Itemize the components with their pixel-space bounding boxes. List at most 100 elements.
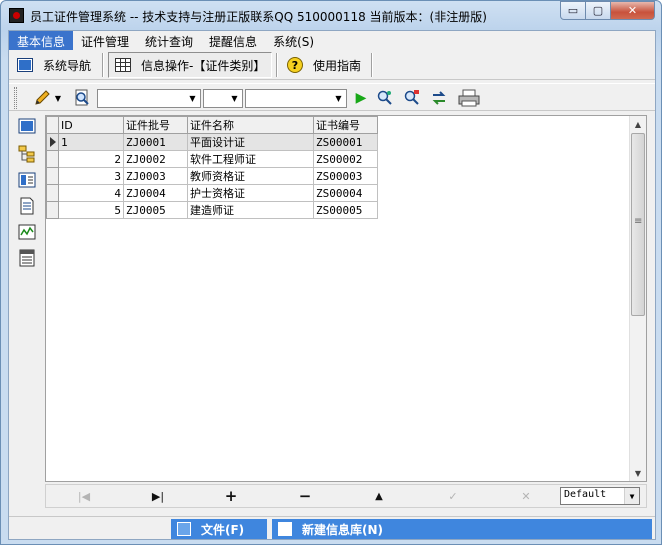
close-button[interactable]: ✕ xyxy=(611,1,655,20)
refresh-button[interactable] xyxy=(430,89,448,107)
data-grid[interactable]: ID 证件批号 证件名称 证书编号 1 ZJ0001 平面设计证 ZS00001… xyxy=(45,115,647,482)
edit-record-button[interactable]: ▲ xyxy=(369,488,389,504)
print-button[interactable] xyxy=(458,89,480,107)
vertical-scrollbar[interactable]: ▲ ▼ xyxy=(629,116,646,481)
tab-user-guide[interactable]: ? 使用指南 xyxy=(287,52,361,78)
chart-button[interactable] xyxy=(18,223,36,241)
table-row[interactable]: 2 ZJ0002 软件工程师证 ZS00002 xyxy=(46,150,378,168)
cell-batch[interactable]: ZJ0002 xyxy=(123,150,188,168)
row-indicator[interactable] xyxy=(46,184,59,202)
search-clear-button[interactable] xyxy=(403,89,421,107)
row-indicator[interactable] xyxy=(46,150,59,168)
table-row[interactable]: 3 ZJ0003 教师资格证 ZS00003 xyxy=(46,167,378,185)
maximize-icon: ▢ xyxy=(592,4,604,17)
tab-system-nav-label: 系统导航 xyxy=(43,58,92,73)
column-header-name[interactable]: 证件名称 xyxy=(187,116,314,134)
menu-bar: 基本信息 证件管理 统计查询 提醒信息 系统(S) xyxy=(9,31,655,50)
cell-id[interactable]: 5 xyxy=(58,201,124,219)
document-button[interactable] xyxy=(18,197,36,215)
new-database-panel-button[interactable]: 新建信息库(N) xyxy=(272,519,652,539)
edit-dropdown-button[interactable]: ▼ xyxy=(53,89,63,107)
record-navigator: |◀ ▶| + − ▲ ✓ ✕ Default ▼ xyxy=(45,484,647,508)
cell-name[interactable]: 平面设计证 xyxy=(187,133,314,151)
report-button[interactable] xyxy=(18,249,36,267)
cell-id[interactable]: 3 xyxy=(58,167,124,185)
first-icon: |◀ xyxy=(77,489,91,503)
cell-cert-no[interactable]: ZS00003 xyxy=(313,167,378,185)
chevron-down-icon: ▼ xyxy=(634,468,642,478)
window-controls: ▭ ▢ ✕ xyxy=(560,1,655,21)
cell-cert-no[interactable]: ZS00005 xyxy=(313,201,378,219)
cell-id[interactable]: 4 xyxy=(58,184,124,202)
toolbar-grip[interactable] xyxy=(14,87,17,109)
minimize-button[interactable]: ▭ xyxy=(560,1,586,20)
maximize-button[interactable]: ▢ xyxy=(586,1,611,20)
cancel-record-button[interactable]: ✕ xyxy=(516,488,536,504)
row-indicator[interactable] xyxy=(46,201,59,219)
run-query-button[interactable]: ▶ xyxy=(352,89,370,107)
nav-tab-bar: 系统导航 信息操作-【证件类别】 ? 使用指南 xyxy=(9,50,655,80)
cell-name[interactable]: 护士资格证 xyxy=(187,184,314,202)
menu-statistics[interactable]: 统计查询 xyxy=(137,31,201,50)
menu-system[interactable]: 系统(S) xyxy=(265,31,322,50)
first-record-button[interactable]: |◀ xyxy=(74,488,94,504)
menu-basic-info[interactable]: 基本信息 xyxy=(9,31,74,50)
view-mode-select[interactable]: Default ▼ xyxy=(560,487,640,505)
window-button[interactable] xyxy=(18,117,36,135)
row-indicator[interactable] xyxy=(46,133,59,151)
search-user-button[interactable] xyxy=(376,89,394,107)
last-record-button[interactable]: ▶| xyxy=(148,488,168,504)
window-icon xyxy=(17,58,33,72)
value-select[interactable]: ▼ xyxy=(245,89,347,108)
tab-info-operation[interactable]: 信息操作-【证件类别】 xyxy=(108,52,273,78)
scroll-up-button[interactable]: ▲ xyxy=(630,116,646,132)
cell-batch[interactable]: ZJ0001 xyxy=(123,133,188,151)
column-header-cert-no[interactable]: 证书编号 xyxy=(313,116,378,134)
cell-id[interactable]: 2 xyxy=(58,150,124,168)
close-icon: ✕ xyxy=(627,4,638,17)
grid-icon xyxy=(115,58,131,72)
menu-reminders[interactable]: 提醒信息 xyxy=(201,31,265,50)
cell-batch[interactable]: ZJ0005 xyxy=(123,201,188,219)
window-title: 员工证件管理系统 -- 技术支持与注册正版联系QQ 510000118 当前版本… xyxy=(30,10,487,24)
cell-batch[interactable]: ZJ0003 xyxy=(123,167,188,185)
cancel-icon: ✕ xyxy=(521,489,531,503)
table-row[interactable]: 4 ZJ0004 护士资格证 ZS00004 xyxy=(46,184,378,202)
cell-cert-no[interactable]: ZS00001 xyxy=(313,133,378,151)
delete-record-button[interactable]: − xyxy=(295,487,315,505)
menu-cert-management[interactable]: 证件管理 xyxy=(73,31,137,50)
file-icon xyxy=(177,522,191,536)
preview-button[interactable] xyxy=(73,89,91,107)
column-header-id[interactable]: ID xyxy=(58,116,124,134)
table-row[interactable]: 5 ZJ0005 建造师证 ZS00005 xyxy=(46,201,378,219)
tab-system-nav[interactable]: 系统导航 xyxy=(17,52,91,78)
insert-record-button[interactable]: + xyxy=(221,487,241,505)
scroll-down-button[interactable]: ▼ xyxy=(630,465,646,481)
file-panel-button[interactable]: 文件(F) xyxy=(171,519,267,539)
tab-user-guide-label: 使用指南 xyxy=(313,58,362,73)
main-toolbar: ▼ ▼ ▼ ▼ ▶ xyxy=(9,83,655,111)
table-row[interactable]: 1 ZJ0001 平面设计证 ZS00001 xyxy=(46,133,378,151)
column-header-batch[interactable]: 证件批号 xyxy=(123,116,188,134)
tab-info-operation-label: 信息操作-【证件类别】 xyxy=(141,58,266,73)
tree-folder-button[interactable] xyxy=(18,145,36,163)
view-mode-value: Default xyxy=(564,489,607,500)
cell-name[interactable]: 软件工程师证 xyxy=(187,150,314,168)
edit-pencil-button[interactable] xyxy=(33,89,51,107)
checkmark-icon: ✓ xyxy=(448,489,458,503)
field-select[interactable]: ▼ xyxy=(97,89,201,108)
cell-batch[interactable]: ZJ0004 xyxy=(123,184,188,202)
cell-name[interactable]: 教师资格证 xyxy=(187,167,314,185)
find-icon xyxy=(404,90,419,105)
current-row-arrow-icon xyxy=(50,137,56,147)
operator-select[interactable]: ▼ xyxy=(203,89,243,108)
post-record-button[interactable]: ✓ xyxy=(443,488,463,504)
card-list-button[interactable] xyxy=(18,171,36,189)
cell-id[interactable]: 1 xyxy=(58,133,124,151)
scroll-thumb[interactable] xyxy=(631,133,645,316)
nav-separator xyxy=(102,53,104,77)
cell-cert-no[interactable]: ZS00002 xyxy=(313,150,378,168)
cell-cert-no[interactable]: ZS00004 xyxy=(313,184,378,202)
row-indicator[interactable] xyxy=(46,167,59,185)
cell-name[interactable]: 建造师证 xyxy=(187,201,314,219)
